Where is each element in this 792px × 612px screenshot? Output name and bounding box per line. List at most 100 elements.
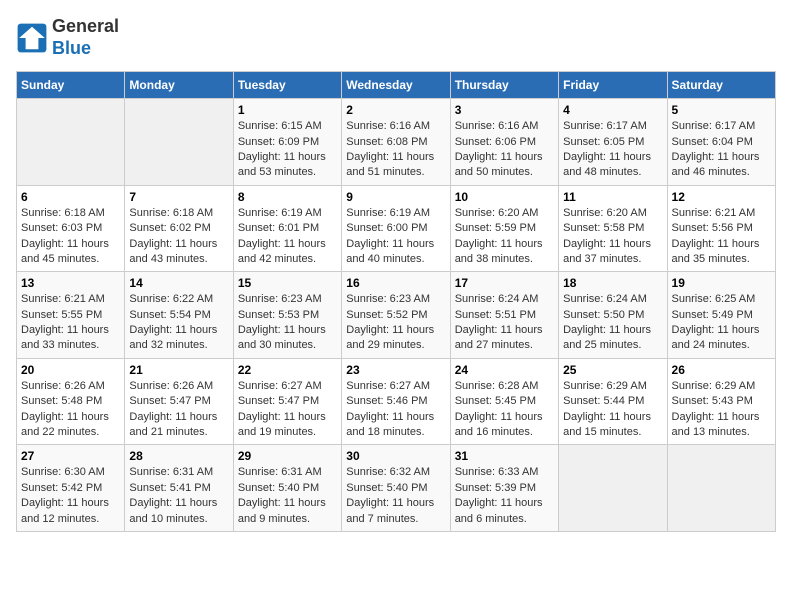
calendar-cell: 16 Sunrise: 6:23 AM Sunset: 5:52 PM Dayl…: [342, 272, 450, 359]
day-number: 6: [21, 190, 120, 204]
day-info: Sunrise: 6:18 AM Sunset: 6:02 PM Dayligh…: [129, 206, 228, 268]
day-info: Sunrise: 6:24 AM Sunset: 5:51 PM Dayligh…: [455, 292, 554, 354]
day-number: 14: [129, 276, 228, 290]
calendar-cell: [559, 445, 667, 532]
calendar-cell: 15 Sunrise: 6:23 AM Sunset: 5:53 PM Dayl…: [233, 272, 341, 359]
calendar-cell: 18 Sunrise: 6:24 AM Sunset: 5:50 PM Dayl…: [559, 272, 667, 359]
calendar-cell: 21 Sunrise: 6:26 AM Sunset: 5:47 PM Dayl…: [125, 358, 233, 445]
day-number: 8: [238, 190, 337, 204]
day-info: Sunrise: 6:27 AM Sunset: 5:46 PM Dayligh…: [346, 379, 445, 441]
day-info: Sunrise: 6:21 AM Sunset: 5:56 PM Dayligh…: [672, 206, 771, 268]
day-number: 2: [346, 103, 445, 117]
day-info: Sunrise: 6:26 AM Sunset: 5:47 PM Dayligh…: [129, 379, 228, 441]
calendar-cell: 24 Sunrise: 6:28 AM Sunset: 5:45 PM Dayl…: [450, 358, 558, 445]
day-info: Sunrise: 6:32 AM Sunset: 5:40 PM Dayligh…: [346, 465, 445, 527]
calendar-cell: 19 Sunrise: 6:25 AM Sunset: 5:49 PM Dayl…: [667, 272, 775, 359]
logo: General Blue: [16, 16, 119, 59]
calendar-week-row: 20 Sunrise: 6:26 AM Sunset: 5:48 PM Dayl…: [17, 358, 776, 445]
calendar-week-row: 13 Sunrise: 6:21 AM Sunset: 5:55 PM Dayl…: [17, 272, 776, 359]
day-info: Sunrise: 6:23 AM Sunset: 5:52 PM Dayligh…: [346, 292, 445, 354]
day-number: 28: [129, 449, 228, 463]
calendar-cell: [125, 99, 233, 186]
day-info: Sunrise: 6:21 AM Sunset: 5:55 PM Dayligh…: [21, 292, 120, 354]
day-number: 25: [563, 363, 662, 377]
calendar-cell: 12 Sunrise: 6:21 AM Sunset: 5:56 PM Dayl…: [667, 185, 775, 272]
calendar-cell: 20 Sunrise: 6:26 AM Sunset: 5:48 PM Dayl…: [17, 358, 125, 445]
day-number: 30: [346, 449, 445, 463]
day-number: 24: [455, 363, 554, 377]
calendar-cell: 26 Sunrise: 6:29 AM Sunset: 5:43 PM Dayl…: [667, 358, 775, 445]
day-number: 31: [455, 449, 554, 463]
calendar-cell: 10 Sunrise: 6:20 AM Sunset: 5:59 PM Dayl…: [450, 185, 558, 272]
day-number: 9: [346, 190, 445, 204]
weekday-header: Friday: [559, 72, 667, 99]
day-info: Sunrise: 6:22 AM Sunset: 5:54 PM Dayligh…: [129, 292, 228, 354]
day-number: 20: [21, 363, 120, 377]
day-info: Sunrise: 6:26 AM Sunset: 5:48 PM Dayligh…: [21, 379, 120, 441]
calendar-cell: 11 Sunrise: 6:20 AM Sunset: 5:58 PM Dayl…: [559, 185, 667, 272]
calendar-cell: 25 Sunrise: 6:29 AM Sunset: 5:44 PM Dayl…: [559, 358, 667, 445]
weekday-header: Thursday: [450, 72, 558, 99]
day-info: Sunrise: 6:29 AM Sunset: 5:44 PM Dayligh…: [563, 379, 662, 441]
day-number: 23: [346, 363, 445, 377]
day-info: Sunrise: 6:28 AM Sunset: 5:45 PM Dayligh…: [455, 379, 554, 441]
calendar-week-row: 6 Sunrise: 6:18 AM Sunset: 6:03 PM Dayli…: [17, 185, 776, 272]
day-info: Sunrise: 6:20 AM Sunset: 5:59 PM Dayligh…: [455, 206, 554, 268]
day-number: 26: [672, 363, 771, 377]
calendar-cell: 17 Sunrise: 6:24 AM Sunset: 5:51 PM Dayl…: [450, 272, 558, 359]
day-info: Sunrise: 6:16 AM Sunset: 6:08 PM Dayligh…: [346, 119, 445, 181]
day-info: Sunrise: 6:30 AM Sunset: 5:42 PM Dayligh…: [21, 465, 120, 527]
day-number: 13: [21, 276, 120, 290]
day-number: 5: [672, 103, 771, 117]
calendar-cell: 6 Sunrise: 6:18 AM Sunset: 6:03 PM Dayli…: [17, 185, 125, 272]
day-info: Sunrise: 6:31 AM Sunset: 5:41 PM Dayligh…: [129, 465, 228, 527]
day-info: Sunrise: 6:24 AM Sunset: 5:50 PM Dayligh…: [563, 292, 662, 354]
day-number: 12: [672, 190, 771, 204]
page-header: General Blue: [16, 16, 776, 59]
calendar-cell: 4 Sunrise: 6:17 AM Sunset: 6:05 PM Dayli…: [559, 99, 667, 186]
day-info: Sunrise: 6:29 AM Sunset: 5:43 PM Dayligh…: [672, 379, 771, 441]
calendar-cell: 14 Sunrise: 6:22 AM Sunset: 5:54 PM Dayl…: [125, 272, 233, 359]
calendar-cell: 3 Sunrise: 6:16 AM Sunset: 6:06 PM Dayli…: [450, 99, 558, 186]
day-number: 17: [455, 276, 554, 290]
calendar-cell: 2 Sunrise: 6:16 AM Sunset: 6:08 PM Dayli…: [342, 99, 450, 186]
day-number: 22: [238, 363, 337, 377]
calendar-cell: 23 Sunrise: 6:27 AM Sunset: 5:46 PM Dayl…: [342, 358, 450, 445]
day-info: Sunrise: 6:33 AM Sunset: 5:39 PM Dayligh…: [455, 465, 554, 527]
calendar-cell: 1 Sunrise: 6:15 AM Sunset: 6:09 PM Dayli…: [233, 99, 341, 186]
calendar-cell: [17, 99, 125, 186]
day-number: 11: [563, 190, 662, 204]
day-number: 3: [455, 103, 554, 117]
day-info: Sunrise: 6:23 AM Sunset: 5:53 PM Dayligh…: [238, 292, 337, 354]
day-info: Sunrise: 6:19 AM Sunset: 6:01 PM Dayligh…: [238, 206, 337, 268]
day-number: 27: [21, 449, 120, 463]
calendar-header-row: SundayMondayTuesdayWednesdayThursdayFrid…: [17, 72, 776, 99]
day-number: 15: [238, 276, 337, 290]
day-number: 4: [563, 103, 662, 117]
weekday-header: Saturday: [667, 72, 775, 99]
weekday-header: Tuesday: [233, 72, 341, 99]
day-info: Sunrise: 6:27 AM Sunset: 5:47 PM Dayligh…: [238, 379, 337, 441]
day-info: Sunrise: 6:18 AM Sunset: 6:03 PM Dayligh…: [21, 206, 120, 268]
calendar-cell: 28 Sunrise: 6:31 AM Sunset: 5:41 PM Dayl…: [125, 445, 233, 532]
day-number: 19: [672, 276, 771, 290]
calendar-cell: 22 Sunrise: 6:27 AM Sunset: 5:47 PM Dayl…: [233, 358, 341, 445]
calendar-cell: 30 Sunrise: 6:32 AM Sunset: 5:40 PM Dayl…: [342, 445, 450, 532]
day-info: Sunrise: 6:31 AM Sunset: 5:40 PM Dayligh…: [238, 465, 337, 527]
logo-text: General Blue: [52, 16, 119, 59]
calendar-cell: [667, 445, 775, 532]
day-info: Sunrise: 6:17 AM Sunset: 6:04 PM Dayligh…: [672, 119, 771, 181]
calendar-cell: 29 Sunrise: 6:31 AM Sunset: 5:40 PM Dayl…: [233, 445, 341, 532]
weekday-header: Wednesday: [342, 72, 450, 99]
day-info: Sunrise: 6:19 AM Sunset: 6:00 PM Dayligh…: [346, 206, 445, 268]
calendar-cell: 5 Sunrise: 6:17 AM Sunset: 6:04 PM Dayli…: [667, 99, 775, 186]
calendar-table: SundayMondayTuesdayWednesdayThursdayFrid…: [16, 71, 776, 532]
logo-icon: [16, 22, 48, 54]
day-number: 18: [563, 276, 662, 290]
calendar-cell: 27 Sunrise: 6:30 AM Sunset: 5:42 PM Dayl…: [17, 445, 125, 532]
day-info: Sunrise: 6:25 AM Sunset: 5:49 PM Dayligh…: [672, 292, 771, 354]
calendar-cell: 9 Sunrise: 6:19 AM Sunset: 6:00 PM Dayli…: [342, 185, 450, 272]
calendar-week-row: 1 Sunrise: 6:15 AM Sunset: 6:09 PM Dayli…: [17, 99, 776, 186]
weekday-header: Sunday: [17, 72, 125, 99]
weekday-header: Monday: [125, 72, 233, 99]
